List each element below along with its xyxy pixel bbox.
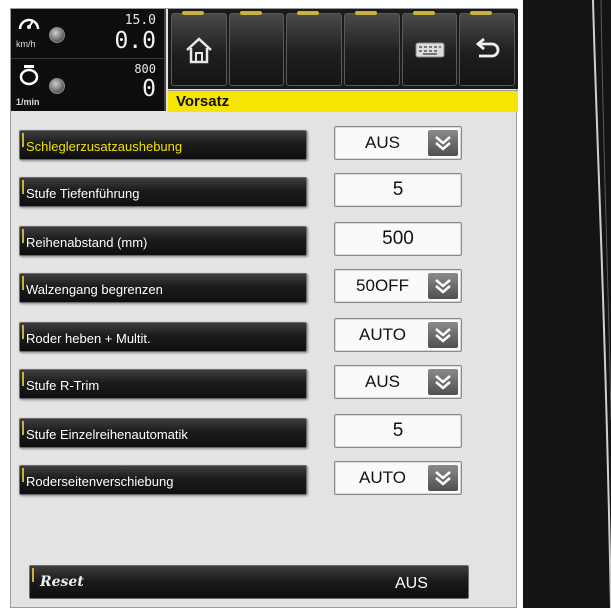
setting-dropdown[interactable]: AUTO [334, 318, 462, 352]
setting-label-button[interactable]: Stufe R-Trim [19, 369, 307, 399]
setting-label-button[interactable]: Roderseitenverschiebung [19, 465, 307, 495]
rpm-gauge: 1/min 800 0 [11, 60, 166, 110]
keyboard-button[interactable] [401, 11, 458, 86]
toolbar-blank-button-2[interactable] [286, 11, 343, 86]
dropdown-chevron-icon[interactable] [428, 322, 458, 348]
setting-row: Walzengang begrenzen 50OFF [19, 269, 504, 305]
section-title: Vorsatz [168, 90, 518, 112]
back-button[interactable] [459, 11, 516, 86]
speed-indicator-light [49, 27, 65, 43]
speed-setpoint: 15.0 [124, 13, 156, 28]
home-button[interactable] [171, 11, 227, 86]
setting-row: Stufe Tiefenführung 5 [19, 173, 504, 209]
home-icon [185, 36, 212, 63]
setting-dropdown[interactable]: AUTO [334, 461, 462, 495]
setting-value: AUS [365, 372, 400, 391]
dropdown-chevron-icon[interactable] [428, 465, 458, 491]
setting-value: AUS [365, 133, 400, 152]
bezel-edge [592, 0, 611, 608]
setting-label-button[interactable]: Roder heben + Multit. [19, 322, 307, 352]
toolbar [168, 9, 518, 89]
toolbar-blank-button-1[interactable] [228, 11, 285, 86]
toolbar-blank-button-3[interactable] [344, 11, 400, 86]
reset-label: Reset [40, 574, 84, 590]
dropdown-chevron-icon[interactable] [428, 130, 458, 156]
setting-value: AUTO [359, 325, 406, 344]
setting-label-button[interactable]: Reihenabstand (mm) [19, 226, 307, 256]
rpm-setpoint: 800 [134, 62, 156, 76]
setting-value: AUTO [359, 468, 406, 487]
setting-label-button[interactable]: Schleglerzusatzaushebung [19, 130, 307, 160]
setting-row: Schleglerzusatzaushebung AUS [19, 126, 504, 162]
setting-row: Roder heben + Multit. AUTO [19, 318, 504, 354]
dropdown-chevron-icon[interactable] [428, 273, 458, 299]
reset-button[interactable]: Reset AUS [29, 565, 469, 599]
keyboard-icon [415, 42, 445, 57]
setting-dropdown[interactable]: AUS [334, 126, 462, 160]
speed-unit: km/h [16, 39, 36, 49]
engine-icon [17, 64, 41, 86]
setting-number-field[interactable]: 500 [334, 222, 462, 256]
setting-dropdown[interactable]: 50OFF [334, 269, 462, 303]
setting-value: 50OFF [356, 276, 409, 295]
setting-label-button[interactable]: Walzengang begrenzen [19, 273, 307, 303]
speed-gauge: km/h 15.0 0.0 [11, 9, 166, 59]
setting-row: Reihenabstand (mm) 500 [19, 222, 504, 258]
rpm-value: 0 [142, 76, 156, 102]
rpm-indicator-light [49, 78, 65, 94]
speed-value: 0.0 [114, 28, 156, 54]
rpm-unit: 1/min [16, 97, 40, 107]
setting-number-field[interactable]: 5 [334, 173, 462, 207]
dropdown-chevron-icon[interactable] [428, 369, 458, 395]
setting-row: Stufe Einzelreihenautomatik 5 [19, 414, 504, 450]
setting-number-field[interactable]: 5 [334, 414, 462, 448]
setting-row: Roderseitenverschiebung AUTO [19, 461, 504, 497]
terminal-screen: km/h 15.0 0.0 1/min 800 0 Vorsatz Schleg… [10, 8, 518, 608]
setting-label-button[interactable]: Stufe Einzelreihenautomatik [19, 418, 307, 448]
setting-dropdown[interactable]: AUS [334, 365, 462, 399]
setting-row: Stufe R-Trim AUS [19, 365, 504, 401]
back-arrow-icon [476, 37, 500, 57]
reset-value: AUS [395, 575, 428, 592]
setting-label-button[interactable]: Stufe Tiefenführung [19, 177, 307, 207]
speedometer-icon [17, 13, 41, 35]
gauge-panel: km/h 15.0 0.0 1/min 800 0 [11, 9, 166, 111]
